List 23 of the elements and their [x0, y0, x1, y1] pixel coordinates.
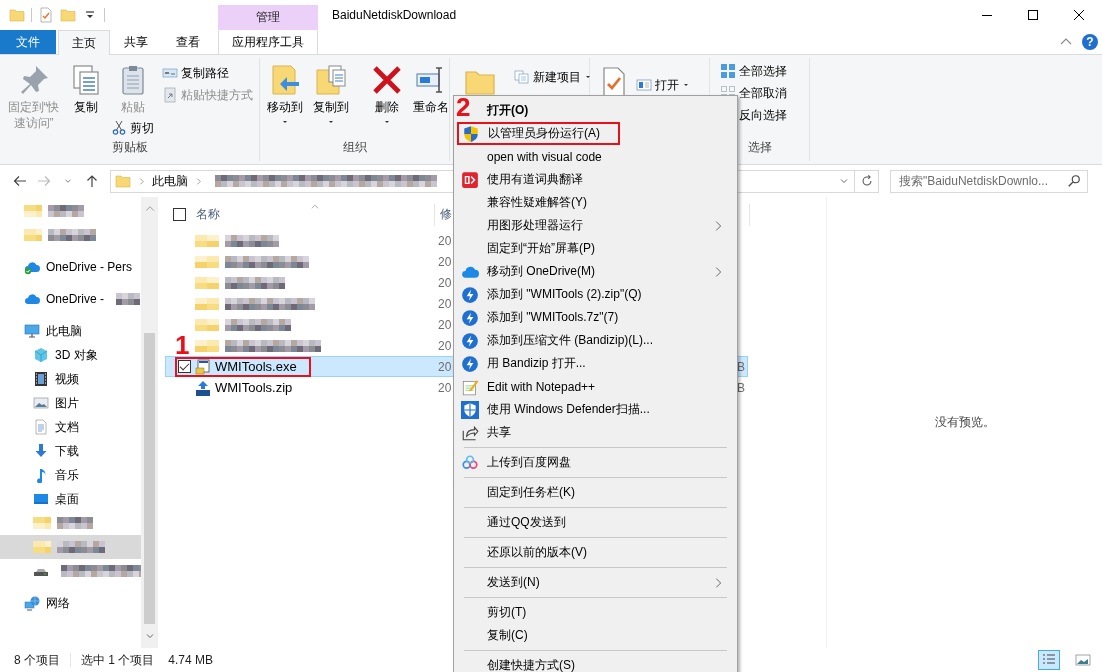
group-label: 剪贴板 — [110, 139, 149, 156]
file-name: WMITools.zip — [215, 380, 293, 395]
item-count: 8 个项目 — [14, 651, 60, 669]
preview-message: 没有预览。 — [934, 414, 995, 431]
step-number: 1 — [175, 332, 190, 357]
size-cell: B — [737, 359, 745, 374]
file-name: WMITools.exe — [215, 359, 297, 374]
selection-size: 4.74 MB — [168, 653, 214, 667]
tool-group-header: 管理 — [218, 5, 318, 30]
date-cell: 20 — [438, 296, 452, 311]
date-cell: 20 — [438, 380, 452, 395]
date-cell: 20 — [438, 317, 452, 332]
date-cell: 20 — [438, 338, 452, 353]
date-cell: 20 — [438, 254, 452, 269]
size-cell: B — [737, 380, 745, 395]
selection-count: 选中 1 个项目 — [81, 651, 155, 669]
date-cell: 20 — [438, 359, 452, 374]
group-label: 选择 — [746, 139, 773, 156]
window-title: BaiduNetdiskDownload — [332, 8, 457, 22]
date-cell: 20 — [438, 275, 452, 290]
date-cell: 20 — [438, 233, 452, 248]
group-label: 组织 — [341, 139, 368, 156]
step-number: 2 — [456, 95, 471, 119]
